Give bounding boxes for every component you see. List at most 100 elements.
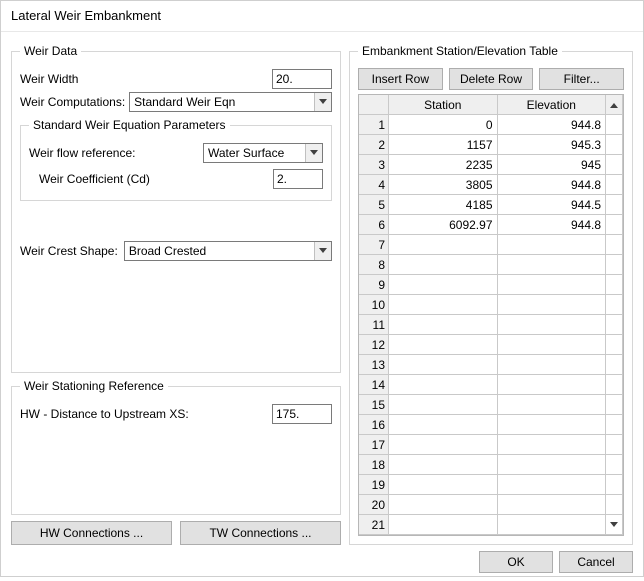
- combo-crest-shape[interactable]: Broad Crested: [124, 241, 332, 261]
- cell-station[interactable]: [389, 515, 498, 535]
- scroll-track[interactable]: [606, 135, 623, 155]
- cell-elevation[interactable]: [498, 495, 607, 515]
- cell-elevation[interactable]: [498, 455, 607, 475]
- cell-elevation[interactable]: 944.8: [498, 115, 607, 135]
- insert-row-button[interactable]: Insert Row: [358, 68, 443, 90]
- table-row: 14: [359, 375, 623, 395]
- cell-station[interactable]: [389, 415, 498, 435]
- cell-station[interactable]: [389, 335, 498, 355]
- input-weir-cd[interactable]: [273, 169, 323, 189]
- table-row: 12: [359, 335, 623, 355]
- scroll-track[interactable]: [606, 395, 623, 415]
- scroll-track[interactable]: [606, 255, 623, 275]
- scroll-track[interactable]: [606, 435, 623, 455]
- cell-elevation[interactable]: 944.8: [498, 175, 607, 195]
- cell-elevation[interactable]: 945: [498, 155, 607, 175]
- scroll-track[interactable]: [606, 415, 623, 435]
- right-panel: Embankment Station/Elevation Table Inser…: [349, 38, 633, 545]
- combo-flow-ref[interactable]: Water Surface: [203, 143, 323, 163]
- legend-weir-data: Weir Data: [20, 44, 81, 58]
- input-weir-width[interactable]: [272, 69, 332, 89]
- table-row: 15: [359, 395, 623, 415]
- cell-station[interactable]: [389, 255, 498, 275]
- cell-elevation[interactable]: 945.3: [498, 135, 607, 155]
- cell-elevation[interactable]: [498, 515, 607, 535]
- cell-station[interactable]: [389, 395, 498, 415]
- cell-station[interactable]: [389, 475, 498, 495]
- cell-elevation[interactable]: [498, 275, 607, 295]
- cell-elevation[interactable]: [498, 315, 607, 335]
- ok-button[interactable]: OK: [479, 551, 553, 573]
- scroll-track[interactable]: [606, 375, 623, 395]
- scroll-up-button[interactable]: [606, 95, 623, 115]
- cell-elevation[interactable]: [498, 335, 607, 355]
- col-station[interactable]: Station: [389, 95, 498, 115]
- cell-elevation[interactable]: 944.8: [498, 215, 607, 235]
- scroll-track[interactable]: [606, 315, 623, 335]
- scroll-track[interactable]: [606, 195, 623, 215]
- scroll-track[interactable]: [606, 115, 623, 135]
- cell-station[interactable]: 3805: [389, 175, 498, 195]
- label-weir-computations: Weir Computations:: [20, 95, 125, 109]
- row-number: 11: [359, 315, 389, 335]
- cell-elevation[interactable]: [498, 375, 607, 395]
- cell-station[interactable]: [389, 315, 498, 335]
- label-weir-width: Weir Width: [20, 72, 78, 86]
- cell-station[interactable]: [389, 435, 498, 455]
- table-row: 11: [359, 315, 623, 335]
- dialog-footer: OK Cancel: [11, 545, 633, 573]
- row-number: 15: [359, 395, 389, 415]
- cell-elevation[interactable]: 944.5: [498, 195, 607, 215]
- cancel-button[interactable]: Cancel: [559, 551, 633, 573]
- combo-weir-computations[interactable]: Standard Weir Eqn: [129, 92, 332, 112]
- col-elevation[interactable]: Elevation: [498, 95, 607, 115]
- scroll-track[interactable]: [606, 355, 623, 375]
- table-row: 43805944.8: [359, 175, 623, 195]
- filter-button[interactable]: Filter...: [539, 68, 624, 90]
- cell-station[interactable]: [389, 375, 498, 395]
- cell-station[interactable]: 6092.97: [389, 215, 498, 235]
- scroll-track[interactable]: [606, 215, 623, 235]
- delete-row-button[interactable]: Delete Row: [449, 68, 534, 90]
- legend-stationing-ref: Weir Stationing Reference: [20, 379, 168, 393]
- hw-connections-button[interactable]: HW Connections ...: [11, 521, 172, 545]
- cell-station[interactable]: [389, 495, 498, 515]
- table-row: 19: [359, 475, 623, 495]
- row-number: 18: [359, 455, 389, 475]
- scroll-track[interactable]: [606, 475, 623, 495]
- cell-station[interactable]: 4185: [389, 195, 498, 215]
- scroll-track[interactable]: [606, 155, 623, 175]
- cell-station[interactable]: 1157: [389, 135, 498, 155]
- cell-elevation[interactable]: [498, 475, 607, 495]
- row-number: 21: [359, 515, 389, 535]
- cell-station[interactable]: [389, 235, 498, 255]
- table-row: 10: [359, 295, 623, 315]
- scroll-track[interactable]: [606, 275, 623, 295]
- cell-elevation[interactable]: [498, 435, 607, 455]
- scroll-down-button[interactable]: [606, 515, 623, 535]
- scroll-track[interactable]: [606, 175, 623, 195]
- scroll-track[interactable]: [606, 235, 623, 255]
- input-hw-distance[interactable]: [272, 404, 332, 424]
- scroll-track[interactable]: [606, 295, 623, 315]
- legend-std-weir-params: Standard Weir Equation Parameters: [29, 118, 230, 132]
- tw-connections-button[interactable]: TW Connections ...: [180, 521, 341, 545]
- group-weir-data: Weir Data Weir Width Weir Computations: …: [11, 44, 341, 373]
- cell-elevation[interactable]: [498, 255, 607, 275]
- label-weir-cd: Weir Coefficient (Cd): [39, 172, 150, 186]
- cell-station[interactable]: 2235: [389, 155, 498, 175]
- cell-elevation[interactable]: [498, 235, 607, 255]
- cell-elevation[interactable]: [498, 355, 607, 375]
- scroll-track[interactable]: [606, 335, 623, 355]
- scroll-track[interactable]: [606, 455, 623, 475]
- cell-station[interactable]: [389, 295, 498, 315]
- cell-station[interactable]: [389, 275, 498, 295]
- cell-station[interactable]: [389, 355, 498, 375]
- cell-elevation[interactable]: [498, 295, 607, 315]
- scroll-track[interactable]: [606, 495, 623, 515]
- cell-station[interactable]: 0: [389, 115, 498, 135]
- table-row: 18: [359, 455, 623, 475]
- cell-station[interactable]: [389, 455, 498, 475]
- cell-elevation[interactable]: [498, 395, 607, 415]
- cell-elevation[interactable]: [498, 415, 607, 435]
